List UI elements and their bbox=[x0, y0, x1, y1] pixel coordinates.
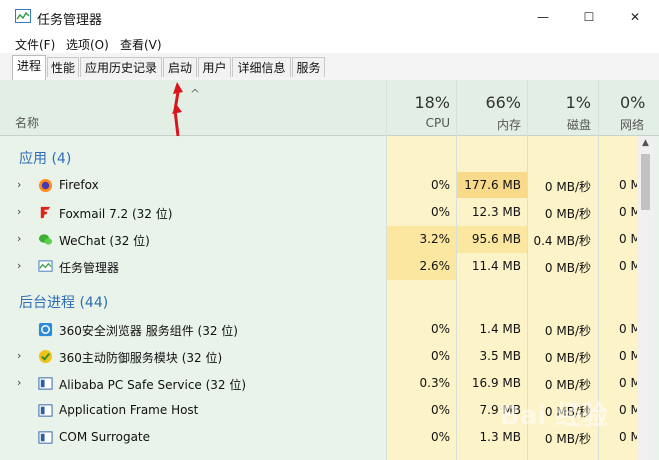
memory-percent: 66% bbox=[485, 93, 521, 112]
maximize-icon: ☐ bbox=[583, 9, 595, 24]
360browser-icon bbox=[38, 322, 53, 337]
disk-percent: 1% bbox=[565, 93, 591, 112]
tab-processes[interactable]: 进程 bbox=[12, 55, 46, 80]
title-bar[interactable]: 任务管理器 — ☐ ✕ bbox=[0, 0, 659, 33]
process-name: Firefox bbox=[59, 178, 99, 192]
task-manager-app-icon bbox=[15, 9, 31, 23]
menu-view[interactable]: 查看(V) bbox=[120, 36, 162, 53]
memory-value: 16.9 MB bbox=[471, 376, 521, 390]
network-percent: 0% bbox=[620, 93, 646, 112]
cpu-value: 0% bbox=[430, 178, 450, 192]
app-frame-icon bbox=[38, 404, 53, 417]
tab-bar: 进程 性能 应用历史记录 启动 用户 详细信息 服务 bbox=[0, 53, 659, 81]
com-surrogate-icon bbox=[38, 431, 53, 444]
group-background-title[interactable]: 后台进程 (44) bbox=[19, 292, 108, 312]
disk-value: 0 MB/秒 bbox=[544, 261, 591, 275]
memory-value: 177.6 MB bbox=[464, 178, 521, 192]
tab-details[interactable]: 详细信息 bbox=[232, 57, 291, 77]
alibaba-icon bbox=[38, 377, 53, 390]
minimize-button[interactable]: — bbox=[520, 0, 566, 33]
cpu-value: 0% bbox=[430, 403, 450, 417]
chevron-right-icon[interactable]: › bbox=[17, 376, 21, 389]
group-apps-title[interactable]: 应用 (4) bbox=[19, 148, 71, 168]
disk-value: 0.4 MB/秒 bbox=[533, 234, 591, 248]
process-name: 360主动防御服务模块 (32 位) bbox=[59, 351, 223, 365]
annotation-arrow-icon bbox=[172, 82, 183, 137]
cpu-value: 0% bbox=[430, 322, 450, 336]
cpu-label: CPU bbox=[425, 116, 450, 130]
scroll-thumb[interactable] bbox=[641, 154, 650, 210]
memory-value: 11.4 MB bbox=[471, 259, 521, 273]
baidu-watermark: Bai 经验 bbox=[500, 401, 608, 431]
memory-value: 12.3 MB bbox=[471, 205, 521, 219]
memory-label: 内存 bbox=[496, 118, 521, 132]
tab-performance[interactable]: 性能 bbox=[47, 57, 79, 77]
cpu-value: 0% bbox=[430, 349, 450, 363]
cpu-value: 0% bbox=[430, 430, 450, 444]
taskmgr-icon bbox=[38, 260, 53, 272]
task-manager-window: 任务管理器 — ☐ ✕ 文件(F) 选项(O) 查看(V) 进程 性能 应用历史… bbox=[0, 0, 659, 460]
network-label: 网络 bbox=[620, 118, 645, 132]
memory-value: 1.3 MB bbox=[479, 430, 521, 444]
menu-bar: 文件(F) 选项(O) 查看(V) bbox=[0, 33, 659, 53]
disk-label: 磁盘 bbox=[566, 118, 591, 132]
process-name: Foxmail 7.2 (32 位) bbox=[59, 207, 173, 221]
chevron-right-icon[interactable]: › bbox=[17, 178, 21, 191]
memory-value: 95.6 MB bbox=[471, 232, 521, 246]
process-name: WeChat (32 位) bbox=[59, 234, 150, 248]
disk-value: 0 MB/秒 bbox=[544, 378, 591, 392]
tab-services[interactable]: 服务 bbox=[292, 57, 325, 77]
chevron-right-icon[interactable]: › bbox=[17, 205, 21, 218]
memory-value: 3.5 MB bbox=[479, 349, 521, 363]
maximize-button[interactable]: ☐ bbox=[566, 0, 612, 33]
360defense-icon bbox=[38, 349, 53, 364]
chevron-right-icon[interactable]: › bbox=[17, 349, 21, 362]
vertical-scrollbar[interactable]: ▲ bbox=[637, 136, 654, 460]
cpu-percent: 18% bbox=[414, 93, 450, 112]
process-name: 任务管理器 bbox=[59, 261, 120, 275]
scroll-up-icon[interactable]: ▲ bbox=[637, 138, 654, 152]
disk-value: 0 MB/秒 bbox=[544, 432, 591, 446]
menu-file[interactable]: 文件(F) bbox=[15, 36, 55, 53]
close-button[interactable]: ✕ bbox=[612, 0, 658, 33]
firefox-icon bbox=[38, 178, 53, 193]
chevron-right-icon[interactable]: › bbox=[17, 232, 21, 245]
memory-value: 1.4 MB bbox=[479, 322, 521, 336]
wechat-icon bbox=[38, 234, 53, 245]
chevron-right-icon[interactable]: › bbox=[17, 259, 21, 272]
cpu-value: 0.3% bbox=[419, 376, 451, 390]
tab-users[interactable]: 用户 bbox=[198, 57, 231, 77]
column-name-label[interactable]: 名称 bbox=[15, 114, 39, 131]
cpu-value: 3.2% bbox=[419, 232, 451, 246]
process-name: COM Surrogate bbox=[59, 430, 151, 444]
cpu-value: 0% bbox=[430, 205, 450, 219]
menu-options[interactable]: 选项(O) bbox=[66, 36, 109, 53]
tab-app-history[interactable]: 应用历史记录 bbox=[80, 57, 162, 77]
process-name: 360安全浏览器 服务组件 (32 位) bbox=[59, 324, 238, 338]
foxmail-icon bbox=[40, 206, 51, 219]
disk-value: 0 MB/秒 bbox=[544, 351, 591, 365]
process-name: Alibaba PC Safe Service (32 位) bbox=[59, 378, 247, 392]
cpu-value: 2.6% bbox=[419, 259, 451, 273]
close-icon: ✕ bbox=[629, 9, 641, 24]
disk-value: 0 MB/秒 bbox=[544, 207, 591, 221]
column-header: ^ 名称 18% CPU 66% 内存 1% 磁盘 0% 网络 bbox=[0, 80, 659, 136]
minimize-icon: — bbox=[537, 9, 549, 24]
window-title: 任务管理器 bbox=[37, 13, 103, 28]
process-name: Application Frame Host bbox=[59, 403, 199, 417]
disk-value: 0 MB/秒 bbox=[544, 180, 591, 194]
disk-value: 0 MB/秒 bbox=[544, 324, 591, 338]
